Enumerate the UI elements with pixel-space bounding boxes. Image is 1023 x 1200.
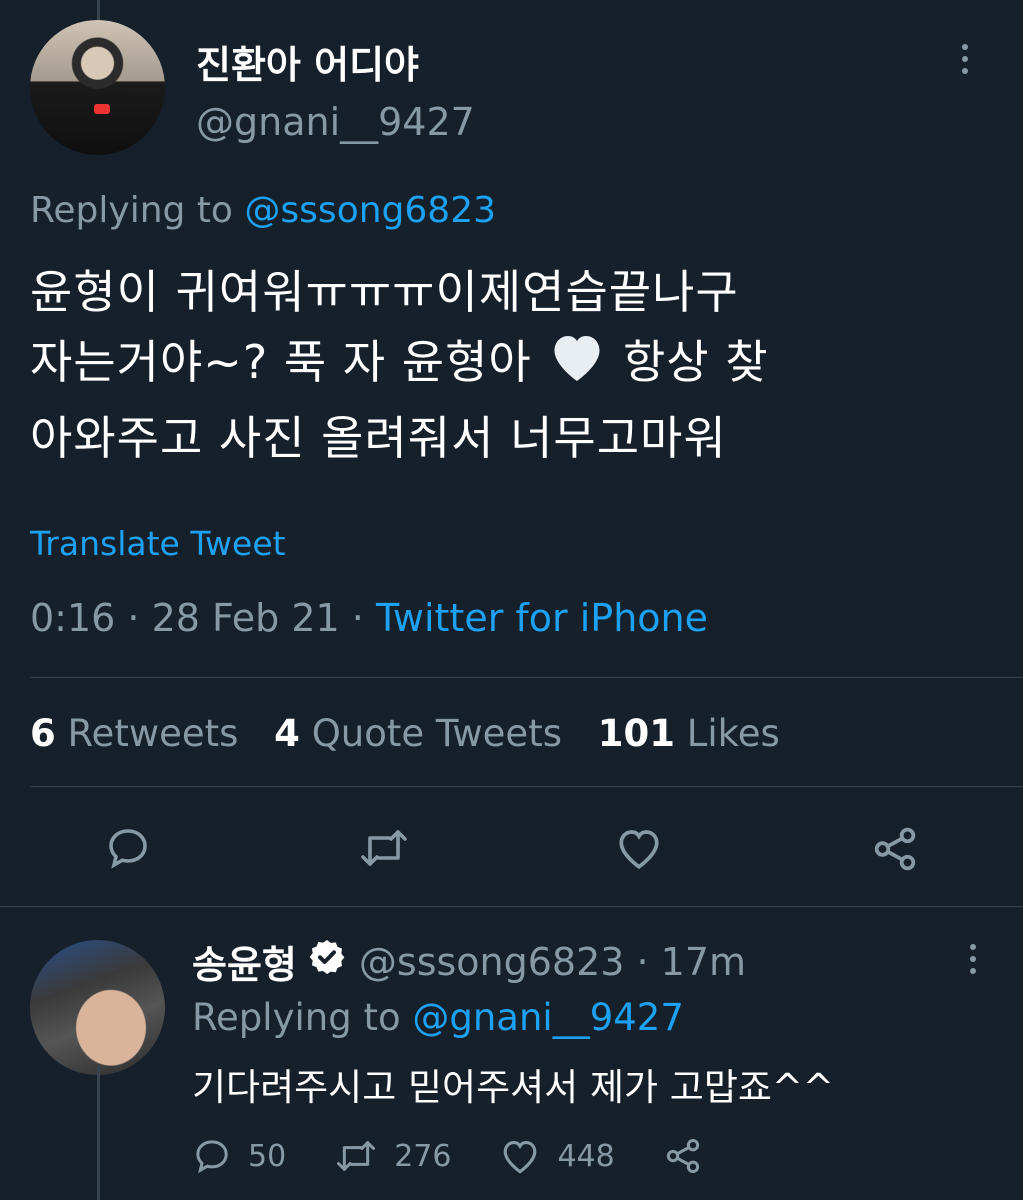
share-button[interactable]: [870, 824, 920, 874]
tweet-text-line3: 아와주고 사진 올려줘서 너무고마워: [30, 411, 727, 465]
reply-author-name[interactable]: 송윤형: [192, 934, 297, 989]
retweet-count: 276: [394, 1138, 452, 1174]
timestamp: 0:16 · 28 Feb 21 ·: [30, 596, 364, 640]
reply-replying-handle-link[interactable]: @gnani__9427: [412, 996, 684, 1039]
reply-replying-to: Replying to @gnani__9427: [192, 996, 684, 1039]
reply-reply-button[interactable]: 50: [192, 1136, 286, 1176]
replying-handle-link[interactable]: @sssong6823: [244, 190, 496, 231]
replying-to: Replying to @sssong6823: [30, 190, 496, 231]
tweet-text-line2b: 항상 찾: [622, 335, 769, 389]
translate-tweet-link[interactable]: Translate Tweet: [30, 524, 286, 563]
like-button[interactable]: [614, 824, 664, 872]
likes-label: Likes: [686, 712, 780, 755]
reply-count: 50: [248, 1138, 287, 1174]
author-name[interactable]: 진환아 어디야: [196, 34, 419, 89]
likes-stat[interactable]: 101 Likes: [598, 712, 780, 755]
retweet-button[interactable]: [358, 824, 410, 872]
share-icon: [874, 827, 916, 871]
reply-button[interactable]: [104, 824, 152, 872]
reply-author-avatar[interactable]: [30, 940, 165, 1075]
tweet-text: 윤형이 귀여워ㅠㅠㅠ이제연습끝나구 자는거야~? 푹 자 윤형아 항상 찾 아와…: [30, 257, 990, 473]
tweet-text-line2: 자는거야~? 푹 자 윤형아 항상 찾: [30, 327, 990, 403]
retweet-icon: [337, 1141, 376, 1171]
white-heart-emoji-icon: [547, 328, 607, 403]
thread-line-bottom: [97, 1065, 100, 1200]
retweets-label: Retweets: [67, 712, 239, 755]
reply-like-button[interactable]: 448: [499, 1136, 615, 1176]
reply-icon: [196, 1140, 228, 1174]
reply-more-options-icon[interactable]: [970, 944, 978, 980]
verified-badge-icon: [307, 937, 347, 986]
reply-text: 기다려주시고 믿어주셔서 제가 고맙죠^^: [192, 1066, 834, 1109]
like-icon: [504, 1141, 537, 1174]
author-handle[interactable]: @gnani__9427: [196, 100, 475, 144]
like-count: 448: [557, 1138, 615, 1174]
more-options-icon[interactable]: [962, 44, 970, 80]
reply-share-button[interactable]: [663, 1136, 719, 1176]
author-avatar[interactable]: [30, 20, 165, 155]
reply-replying-prefix: Replying to: [192, 996, 401, 1039]
divider: [30, 786, 1023, 787]
divider: [0, 906, 1023, 907]
reply-retweet-button[interactable]: 276: [334, 1136, 451, 1176]
quotes-label: Quote Tweets: [311, 712, 562, 755]
tweet-meta: 0:16 · 28 Feb 21 · Twitter for iPhone: [30, 596, 708, 640]
tweet-text-line2a: 자는거야~? 푹 자 윤형아: [30, 335, 532, 389]
divider: [30, 677, 1023, 678]
reply-icon: [109, 829, 147, 869]
replying-prefix: Replying to: [30, 190, 233, 231]
tweet-text-line1: 윤형이 귀여워ㅠㅠㅠ이제연습끝나구: [30, 265, 739, 319]
reply-author-handle-time[interactable]: @sssong6823 · 17m: [359, 940, 746, 984]
reply-actions: 50 276 448: [192, 1136, 767, 1176]
quotes-count: 4: [274, 712, 300, 755]
reply-author-row: 송윤형 @sssong6823 · 17m: [192, 934, 746, 989]
likes-count: 101: [597, 712, 675, 755]
source-link[interactable]: Twitter for iPhone: [376, 596, 708, 640]
like-icon: [619, 830, 659, 870]
tweet-stats: 6 Retweets 4 Quote Tweets 101 Likes: [30, 712, 780, 755]
quotes-stat[interactable]: 4 Quote Tweets: [274, 712, 562, 755]
retweets-count: 6: [30, 712, 56, 755]
retweet-icon: [361, 830, 407, 866]
retweets-stat[interactable]: 6 Retweets: [30, 712, 238, 755]
share-icon: [666, 1139, 699, 1173]
